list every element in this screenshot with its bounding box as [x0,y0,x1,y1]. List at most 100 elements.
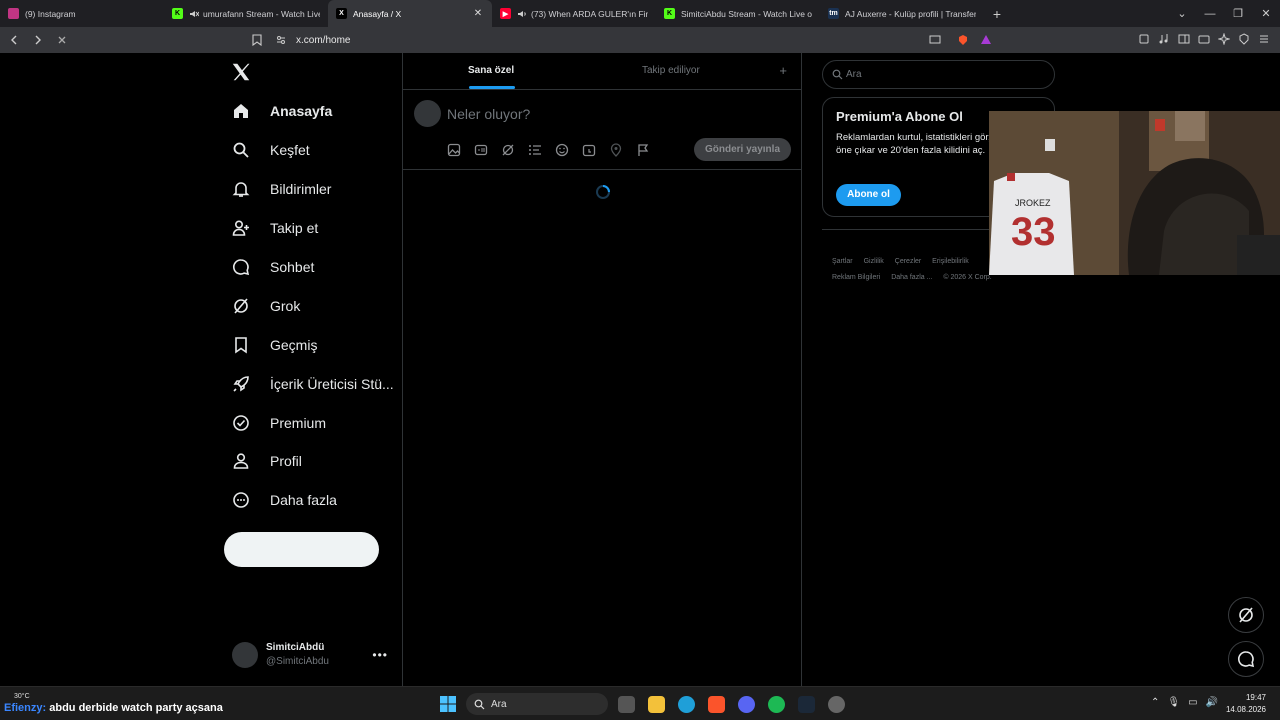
brave-rewards-icon[interactable] [980,34,992,46]
weather-temperature[interactable]: 30°C [14,693,30,700]
gif-icon[interactable] [472,141,489,158]
forward-icon[interactable] [28,30,48,50]
spotify-icon[interactable] [768,696,785,713]
network-icon[interactable]: ▭ [1188,697,1197,708]
webcam-image: JROKEZ 33 [989,111,1280,275]
profile-icon [232,452,250,470]
taskbar-clock[interactable]: 19:47 14.08.2026 [1226,692,1266,716]
nav-item-creator-studio[interactable]: İçerik Üreticisi Stü... [224,370,394,398]
transfermarkt-icon: tm [828,8,839,19]
more-dots-icon[interactable]: ••• [372,648,388,662]
grok-icon[interactable] [499,141,516,158]
window-close-icon[interactable]: ✕ [1252,7,1280,20]
search-input[interactable]: Ara [822,60,1055,89]
footer-link[interactable]: Şartlar [832,258,853,265]
loading-spinner-icon [596,185,610,199]
taskbar-search[interactable]: Ara [466,693,608,715]
microphone-icon[interactable]: 🎙 [1167,697,1180,708]
speaker-icon[interactable] [517,9,527,19]
account-switcher[interactable]: SimitciAbdü @SimitciAbdu ••• [232,638,394,672]
poll-icon[interactable] [526,141,543,158]
tab-x-home[interactable]: X Anasayfa / X ✕ [328,0,492,27]
close-icon[interactable]: ✕ [472,8,484,20]
shirt-name: JROKEZ [1015,198,1051,208]
location-icon[interactable] [607,141,624,158]
add-tab-icon[interactable]: + [779,63,787,78]
tab-kick-simitciabdu[interactable]: K SimitciAbdu Stream - Watch Live on [656,0,820,27]
sidebar-icon[interactable] [1176,31,1192,47]
nav-item-profile[interactable]: Profil [224,447,302,475]
tab-kick-stream[interactable]: K umurafann Stream - Watch Live o [164,0,328,27]
tab-instagram[interactable]: (9) Instagram [0,0,164,27]
muted-speaker-icon[interactable] [189,9,199,19]
footer-link[interactable]: Erişilebilirlik [932,258,969,265]
taskbar-search-label: Ara [491,698,507,710]
brave-icon[interactable] [708,696,725,713]
nav-item-more[interactable]: Daha fazla [224,486,337,514]
nav-item-home[interactable]: Anasayfa [224,97,332,125]
x-logo-icon: X [336,8,347,19]
extensions-icon[interactable] [1136,31,1152,47]
tab-for-you[interactable]: Sana özel [468,65,514,76]
left-navigation: Anasayfa Keşfet Bildirimler Takip et Soh… [224,53,402,686]
windows-start-icon[interactable] [440,696,456,712]
minimize-icon[interactable]: — [1196,8,1224,20]
cast-icon[interactable] [929,35,941,45]
tab-youtube[interactable]: ▶ (73) When ARDA GULER'ın Finally [492,0,656,27]
nav-item-bookmarks[interactable]: Geçmiş [224,331,317,359]
nav-label: Takip et [270,220,319,236]
tab-following[interactable]: Takip ediliyor [642,65,700,76]
grok-fab-button[interactable] [1228,597,1264,633]
nav-label: Geçmiş [270,337,318,353]
tab-transfermarkt[interactable]: tm AJ Auxerre - Kulüp profili | Transfer… [820,0,984,27]
back-icon[interactable] [4,30,24,50]
footer-link[interactable]: Çerezler [895,258,921,265]
post-submit-button[interactable]: Gönderi yayınla [694,138,791,161]
menu-icon[interactable] [1256,31,1272,47]
messages-fab-button[interactable] [1228,641,1264,677]
file-explorer-icon[interactable] [648,696,665,713]
steam-icon[interactable] [798,696,815,713]
brave-shield-icon[interactable] [957,34,969,46]
composer-toolbar [445,141,651,158]
nav-item-premium[interactable]: Premium [224,409,326,437]
nav-item-notifications[interactable]: Bildirimler [224,175,331,203]
address-bar[interactable]: x.com/home [252,29,1000,51]
discord-icon[interactable] [738,696,755,713]
nav-item-follow[interactable]: Takip et [224,214,318,242]
restore-icon[interactable]: ❐ [1224,7,1252,20]
edge-icon[interactable] [678,696,695,713]
x-logo-icon[interactable] [230,61,252,83]
footer-link[interactable]: Gizlilik [864,258,884,265]
tray-expand-icon[interactable]: ⌃ [1151,697,1159,708]
media-icon[interactable] [1156,31,1172,47]
tab-list-icon[interactable]: ⌄ [1168,7,1196,20]
nav-item-explore[interactable]: Keşfet [224,136,310,164]
flag-icon[interactable] [634,141,651,158]
copyright: © 2026 X Corp. [943,274,992,281]
task-view-icon[interactable] [618,696,635,713]
url-text: x.com/home [296,34,351,46]
emoji-icon[interactable] [553,141,570,158]
vpn-icon[interactable] [1236,31,1252,47]
nav-item-grok[interactable]: Grok [224,292,300,320]
new-tab-button[interactable]: + [988,5,1006,23]
verified-icon [232,414,250,432]
wallet-icon[interactable] [1196,31,1212,47]
leo-ai-icon[interactable] [1216,31,1232,47]
subscribe-button[interactable]: Abone ol [836,184,901,206]
post-button[interactable] [224,532,379,567]
search-placeholder: Ara [846,69,862,80]
bookmark-icon[interactable] [252,34,262,46]
nav-item-chat[interactable]: Sohbet [224,253,314,281]
compose-input[interactable]: Neler oluyor? [447,106,530,122]
footer-link[interactable]: Reklam Bilgileri [832,274,880,281]
media-icon[interactable] [445,141,462,158]
settings-icon[interactable] [828,696,845,713]
volume-icon[interactable]: 🔊 [1206,697,1218,708]
schedule-icon[interactable] [580,141,597,158]
kick-icon: K [172,8,183,19]
footer-link[interactable]: Daha fazla ... [891,274,932,281]
stop-loading-icon[interactable] [52,30,72,50]
site-settings-icon[interactable] [276,35,286,45]
